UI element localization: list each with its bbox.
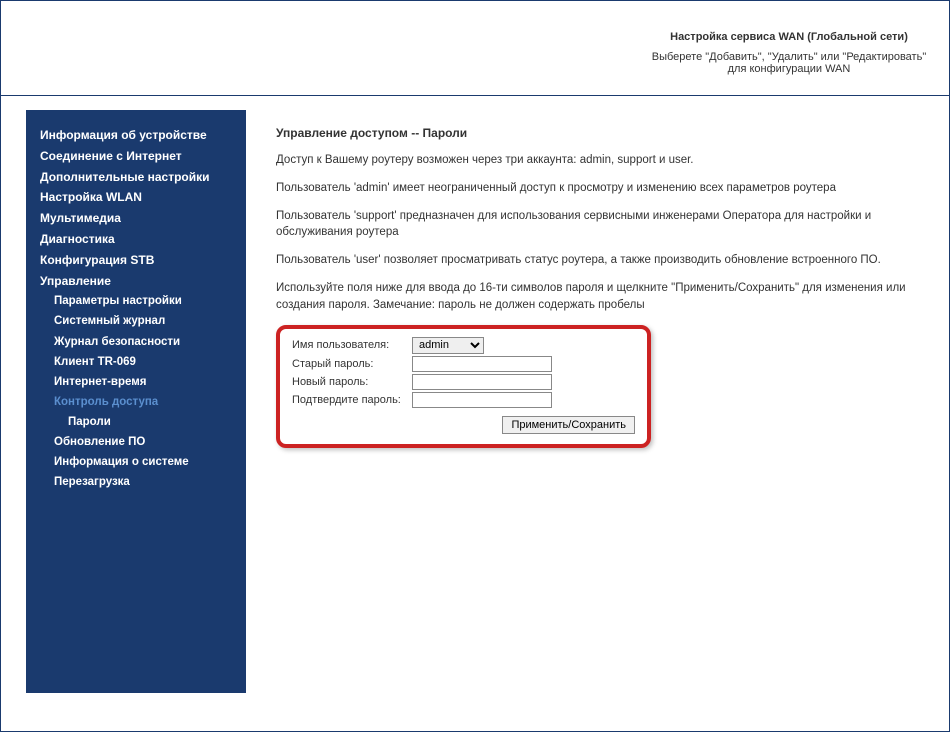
old-password-label: Старый пароль:: [292, 358, 412, 370]
desc-user: Пользователь 'user' позволяет просматрив…: [276, 252, 929, 268]
nav-security-log[interactable]: Журнал безопасности: [26, 332, 246, 352]
header-wan-panel: Настройка сервиса WAN (Глобальной сети) …: [649, 31, 929, 75]
nav-multimedia[interactable]: Мультимедиа: [26, 208, 246, 229]
desc-support: Пользователь 'support' предназначен для …: [276, 208, 929, 240]
nav-tr069-client[interactable]: Клиент TR-069: [26, 352, 246, 372]
wan-title: Настройка сервиса WAN (Глобальной сети): [649, 31, 929, 43]
nav-passwords[interactable]: Пароли: [26, 412, 246, 432]
header: Настройка сервиса WAN (Глобальной сети) …: [1, 1, 949, 96]
nav-internet-time[interactable]: Интернет-время: [26, 372, 246, 392]
main-content: Управление доступом -- Пароли Доступ к В…: [246, 106, 949, 731]
desc-instructions: Используйте поля ниже для ввода до 16-ти…: [276, 280, 929, 312]
nav-access-control[interactable]: Контроль доступа: [26, 392, 246, 412]
desc-admin: Пользователь 'admin' имеет неограниченны…: [276, 180, 929, 196]
nav-wlan-setup[interactable]: Настройка WLAN: [26, 187, 246, 208]
confirm-password-input[interactable]: [412, 392, 552, 408]
username-label: Имя пользователя:: [292, 339, 412, 351]
nav-internet-connection[interactable]: Соединение с Интернет: [26, 146, 246, 167]
password-form: Имя пользователя: admin Старый пароль: Н…: [276, 325, 651, 448]
nav-settings-params[interactable]: Параметры настройки: [26, 291, 246, 311]
nav-advanced-settings[interactable]: Дополнительные настройки: [26, 167, 246, 188]
page-title: Управление доступом -- Пароли: [276, 126, 929, 140]
nav-management[interactable]: Управление: [26, 271, 246, 292]
nav-reboot[interactable]: Перезагрузка: [26, 472, 246, 492]
wan-desc: Выберете "Добавить", "Удалить" или "Реда…: [649, 51, 929, 75]
nav-stb-config[interactable]: Конфигурация STB: [26, 250, 246, 271]
desc-accounts: Доступ к Вашему роутеру возможен через т…: [276, 152, 929, 168]
nav-system-log[interactable]: Системный журнал: [26, 311, 246, 331]
new-password-input[interactable]: [412, 374, 552, 390]
nav-device-info[interactable]: Информация об устройстве: [26, 125, 246, 146]
old-password-input[interactable]: [412, 356, 552, 372]
username-select[interactable]: admin: [412, 337, 484, 354]
nav-diagnostics[interactable]: Диагностика: [26, 229, 246, 250]
confirm-password-label: Подтвердите пароль:: [292, 394, 412, 406]
apply-save-button[interactable]: Применить/Сохранить: [502, 416, 635, 434]
nav-system-info[interactable]: Информация о системе: [26, 452, 246, 472]
nav-firmware-update[interactable]: Обновление ПО: [26, 432, 246, 452]
new-password-label: Новый пароль:: [292, 376, 412, 388]
sidebar: Информация об устройстве Соединение с Ин…: [26, 110, 246, 693]
